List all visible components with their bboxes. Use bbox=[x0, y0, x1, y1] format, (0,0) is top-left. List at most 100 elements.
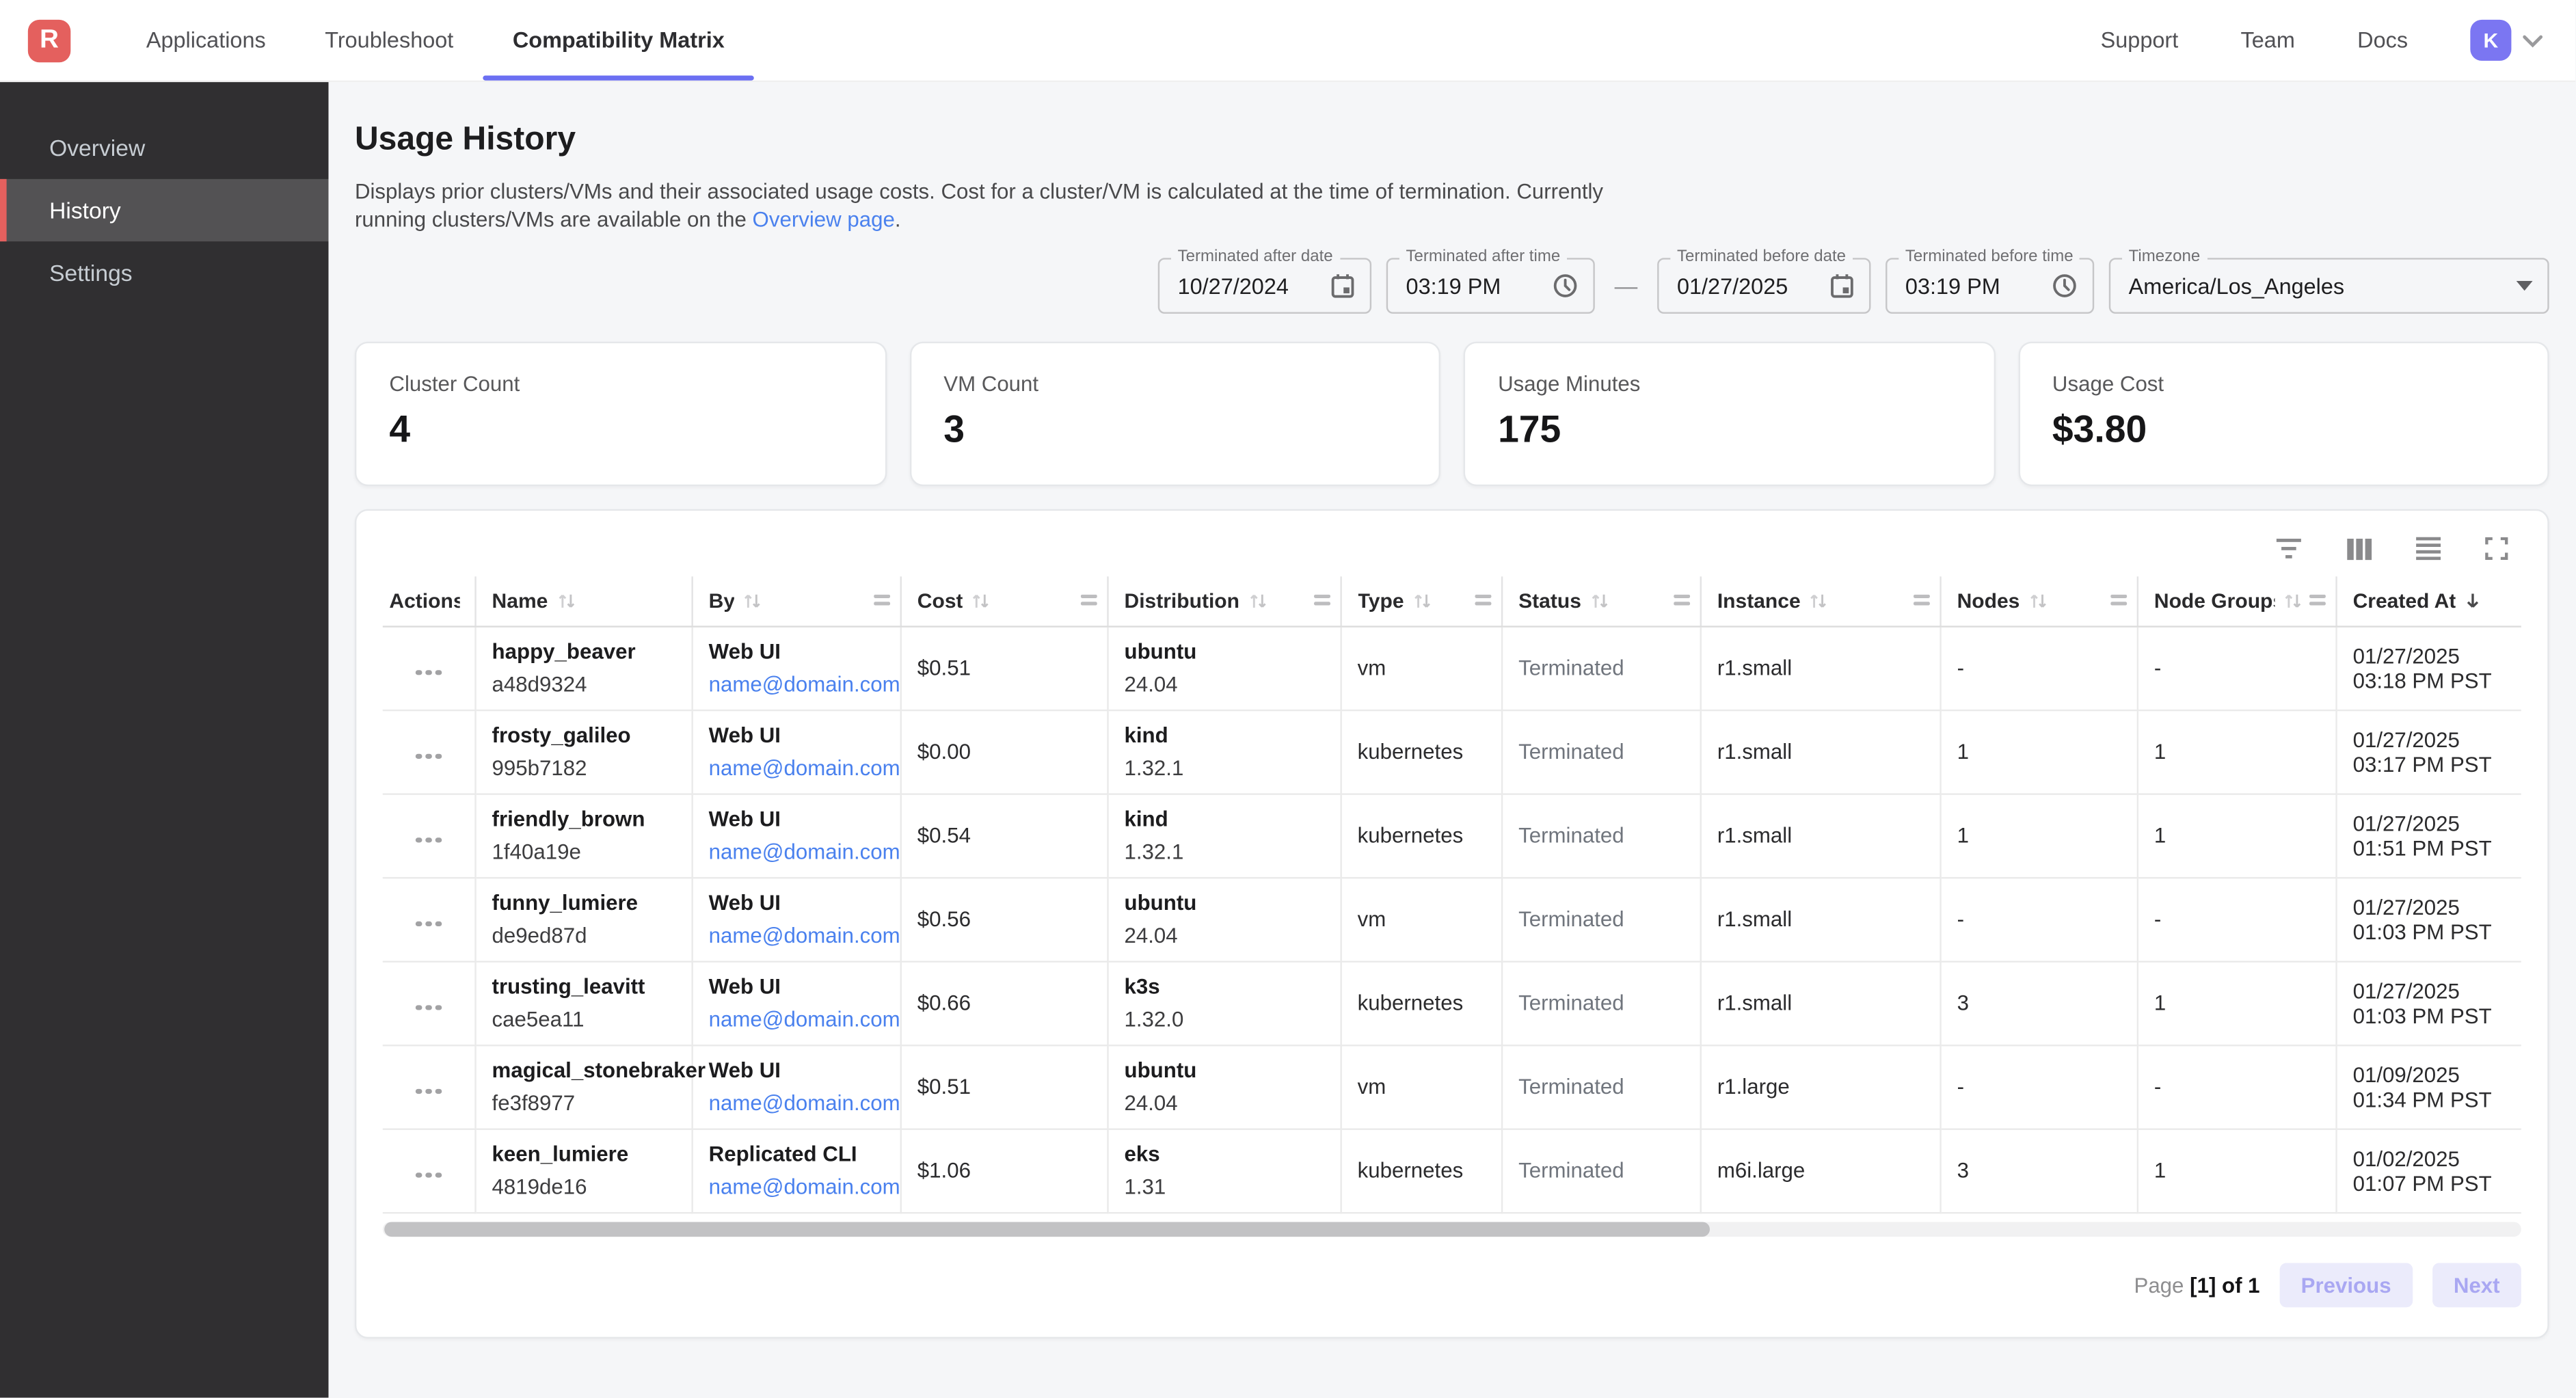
column-header-created-at[interactable]: Created At bbox=[2335, 576, 2521, 626]
dropdown-icon bbox=[2517, 281, 2533, 291]
row-actions-button[interactable] bbox=[416, 1088, 441, 1094]
distribution-name: kind bbox=[1125, 718, 1324, 751]
field-label: Terminated before time bbox=[1899, 248, 2080, 266]
status-badge: Terminated bbox=[1518, 1074, 1624, 1099]
created-date: 01/27/2025 bbox=[2353, 894, 2505, 919]
column-header-actions[interactable]: Actions bbox=[383, 576, 475, 626]
column-header-distribution[interactable]: Distribution bbox=[1107, 576, 1340, 626]
filter-field-timezone[interactable]: TimezoneAmerica/Los_Angeles bbox=[2109, 258, 2549, 314]
overview-page-link[interactable]: Overview page bbox=[753, 207, 895, 232]
filter-toolbar-button[interactable] bbox=[2275, 539, 2303, 559]
page-value: [1] of 1 bbox=[2190, 1272, 2259, 1297]
account-menu-toggle[interactable] bbox=[2523, 33, 2543, 46]
column-label: Cost bbox=[917, 589, 963, 613]
column-header-node-groups[interactable]: Node Groups bbox=[2137, 576, 2336, 626]
row-actions-button[interactable] bbox=[416, 1172, 441, 1177]
distribution-name: k3s bbox=[1125, 970, 1324, 1003]
main-content: Usage History Displays prior clusters/VM… bbox=[328, 82, 2575, 1397]
column-header-name[interactable]: Name bbox=[474, 576, 691, 626]
nav-tab-compatibility-matrix[interactable]: Compatibility Matrix bbox=[483, 0, 754, 81]
creator-email-link[interactable]: name@domain.com bbox=[709, 751, 883, 784]
sidebar-item-settings[interactable]: Settings bbox=[0, 241, 328, 304]
column-header-by[interactable]: By bbox=[691, 576, 900, 626]
page-indicator: Page [1] of 1 bbox=[2134, 1272, 2259, 1297]
column-header-cost[interactable]: Cost bbox=[900, 576, 1108, 626]
column-header-instance[interactable]: Instance bbox=[1700, 576, 1940, 626]
clock-icon bbox=[2052, 273, 2078, 299]
row-actions-button[interactable] bbox=[416, 921, 441, 926]
table-header-row: ActionsNameBy Cost DistributionTypeStatusI… bbox=[383, 576, 2521, 626]
field-label: Terminated after time bbox=[1399, 248, 1567, 266]
distribution-version: 24.04 bbox=[1125, 919, 1324, 952]
filter-field-terminated-after-time[interactable]: Terminated after time03:19 PM bbox=[1386, 258, 1595, 314]
sort-arrows-icon bbox=[556, 591, 576, 610]
distribution-version: 1.31 bbox=[1125, 1170, 1324, 1203]
cluster-name: trusting_leavitt bbox=[492, 970, 675, 1003]
cluster-name: friendly_brown bbox=[492, 803, 675, 835]
nav-link-docs[interactable]: Docs bbox=[2357, 28, 2408, 53]
user-avatar[interactable]: K bbox=[2470, 20, 2511, 61]
cluster-id: de9ed87d bbox=[492, 919, 675, 952]
stat-value: $3.80 bbox=[2052, 407, 2514, 452]
node-groups-value: - bbox=[2154, 906, 2161, 931]
row-actions-button[interactable] bbox=[416, 753, 441, 759]
creator-email-link[interactable]: name@domain.com bbox=[709, 1086, 883, 1119]
nav-tab-troubleshoot[interactable]: Troubleshoot bbox=[295, 0, 483, 81]
nav-link-team[interactable]: Team bbox=[2241, 28, 2295, 53]
replicated-logo[interactable]: R bbox=[28, 19, 70, 62]
sort-arrows-icon bbox=[1412, 591, 1432, 610]
nav-tab-label: Applications bbox=[146, 28, 266, 53]
horizontal-scrollbar[interactable] bbox=[383, 1221, 2521, 1236]
created-date: 01/27/2025 bbox=[2353, 727, 2505, 751]
filter-field-terminated-after-date[interactable]: Terminated after date10/27/2024 bbox=[1158, 258, 1371, 314]
created-time: 01:34 PM PST bbox=[2353, 1086, 2505, 1111]
sort-arrows-icon bbox=[1589, 591, 1609, 610]
sort-arrows-icon bbox=[1248, 591, 1267, 610]
fullscreen-toolbar-button[interactable] bbox=[2485, 537, 2508, 561]
created-by: Replicated CLI bbox=[709, 1138, 883, 1170]
type-value: kubernetes bbox=[1358, 991, 1464, 1015]
column-menu-icon bbox=[873, 595, 889, 606]
stats-cards: Cluster Count4VM Count3Usage Minutes175U… bbox=[355, 342, 2549, 486]
table-toolbar bbox=[383, 530, 2521, 576]
creator-email-link[interactable]: name@domain.com bbox=[709, 1170, 883, 1203]
row-actions-button[interactable] bbox=[416, 669, 441, 675]
density-toolbar-button[interactable] bbox=[2416, 537, 2441, 561]
nav-tab-applications[interactable]: Applications bbox=[117, 0, 295, 81]
filter-field-terminated-before-date[interactable]: Terminated before date01/27/2025 bbox=[1657, 258, 1870, 314]
status-badge: Terminated bbox=[1518, 991, 1624, 1015]
nav-link-support[interactable]: Support bbox=[2101, 28, 2179, 53]
status-badge: Terminated bbox=[1518, 1158, 1624, 1183]
column-header-nodes[interactable]: Nodes bbox=[1940, 576, 2136, 626]
column-header-status[interactable]: Status bbox=[1501, 576, 1700, 626]
nav-right: Support Team Docs K bbox=[2101, 0, 2576, 81]
creator-email-link[interactable]: name@domain.com bbox=[709, 919, 883, 952]
sidebar-item-overview[interactable]: Overview bbox=[0, 117, 328, 179]
instance-value: r1.small bbox=[1717, 739, 1792, 764]
cost-value: $0.54 bbox=[917, 823, 971, 848]
status-badge: Terminated bbox=[1518, 823, 1624, 848]
app-root: R Applications TroubleshootCompatibility … bbox=[0, 0, 2575, 1398]
cost-value: $1.06 bbox=[917, 1158, 971, 1183]
columns-toolbar-button[interactable] bbox=[2347, 538, 2372, 559]
sidebar-item-history[interactable]: History bbox=[0, 179, 328, 241]
column-header-type[interactable]: Type bbox=[1340, 576, 1501, 626]
distribution-version: 24.04 bbox=[1125, 668, 1324, 701]
field-label: Terminated after date bbox=[1171, 248, 1339, 266]
previous-page-button[interactable]: Previous bbox=[2279, 1262, 2412, 1306]
next-page-button[interactable]: Next bbox=[2432, 1262, 2521, 1306]
distribution-version: 1.32.1 bbox=[1125, 835, 1324, 868]
cluster-name: magical_stonebraker bbox=[492, 1053, 675, 1086]
created-date: 01/27/2025 bbox=[2353, 811, 2505, 835]
creator-email-link[interactable]: name@domain.com bbox=[709, 1003, 883, 1036]
row-actions-button[interactable] bbox=[416, 837, 441, 842]
distribution-name: ubuntu bbox=[1125, 1053, 1324, 1086]
sort-arrows-icon bbox=[2028, 591, 2048, 610]
column-menu-icon bbox=[1080, 595, 1097, 606]
filter-field-terminated-before-time[interactable]: Terminated before time03:19 PM bbox=[1886, 258, 2094, 314]
scrollbar-thumb[interactable] bbox=[384, 1221, 1710, 1236]
creator-email-link[interactable]: name@domain.com bbox=[709, 835, 883, 868]
instance-value: r1.small bbox=[1717, 656, 1792, 680]
row-actions-button[interactable] bbox=[416, 1004, 441, 1010]
creator-email-link[interactable]: name@domain.com bbox=[709, 668, 883, 701]
